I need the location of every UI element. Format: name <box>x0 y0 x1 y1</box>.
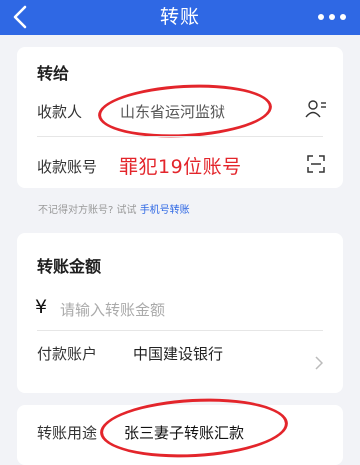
amount-card: 转账金额 ¥ 请输入转账金额 付款账户 中国建设银行 <box>17 233 343 393</box>
page-title: 转账 <box>159 6 200 28</box>
divider <box>37 136 323 137</box>
contact-person-icon[interactable] <box>305 99 327 123</box>
scan-icon[interactable] <box>307 155 325 177</box>
more-dots-icon[interactable] <box>318 14 346 22</box>
payee-label: 收款人 <box>37 103 83 121</box>
purpose-label: 转账用途 <box>37 424 98 442</box>
pay-account-label: 付款账户 <box>37 345 98 363</box>
currency-symbol: ¥ <box>35 296 48 318</box>
section-title-amount: 转账金额 <box>37 257 102 276</box>
account-hint: 不记得对方账号? 试试 手机号转账 <box>38 201 190 216</box>
recipient-card: 转给 收款人 山东省运河监狱 收款账号 罪犯19位账号 <box>17 47 343 188</box>
divider <box>37 330 323 331</box>
purpose-card: 转账用途 张三妻子转账汇款 <box>17 394 343 465</box>
amount-input[interactable]: 请输入转账金额 <box>60 299 165 320</box>
phone-transfer-link[interactable]: 手机号转账 <box>140 205 190 216</box>
hint-text: 不记得对方账号? 试试 <box>38 205 137 216</box>
top-bar: 转账 <box>0 0 360 35</box>
pay-account-value[interactable]: 中国建设银行 <box>133 343 223 364</box>
purpose-highlight-circle <box>98 394 290 462</box>
chevron-right-icon[interactable] <box>315 355 324 374</box>
account-annotation[interactable]: 罪犯19位账号 <box>119 152 242 179</box>
payee-highlight-circle <box>96 80 274 142</box>
section-title-recipient: 转给 <box>37 64 70 83</box>
account-label: 收款账号 <box>37 158 98 176</box>
